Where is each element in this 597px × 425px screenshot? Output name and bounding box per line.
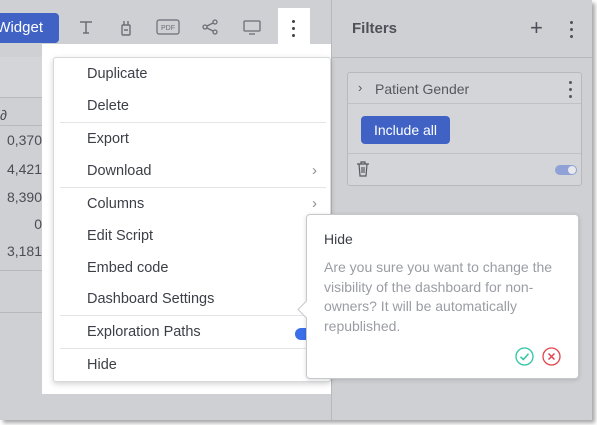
popover-title: Hide	[324, 231, 353, 247]
chevron-right-icon: ›	[312, 162, 317, 179]
widget-icon[interactable]	[115, 17, 137, 39]
menu-item-exploration-paths[interactable]: Exploration Paths	[54, 318, 330, 348]
text-icon[interactable]	[75, 17, 97, 39]
menu-item-label: Columns	[87, 196, 145, 212]
table-cell: 0,370	[6, 132, 42, 148]
menu-item-download[interactable]: Download ›	[54, 157, 330, 187]
share-icon[interactable]	[199, 17, 221, 39]
menu-separator	[60, 315, 326, 316]
pdf-icon[interactable]: PDF	[156, 17, 180, 39]
close-circle-icon[interactable]	[542, 347, 561, 371]
menu-item-label: Dashboard Settings	[87, 291, 215, 307]
filter-enabled-toggle[interactable]	[555, 165, 577, 175]
trash-icon[interactable]	[356, 161, 370, 182]
menu-item-delete[interactable]: Delete	[54, 92, 330, 122]
menu-item-label: Export	[87, 131, 129, 147]
menu-item-label: Duplicate	[87, 66, 148, 82]
menu-item-label: Exploration Paths	[87, 324, 201, 340]
divider	[348, 153, 581, 154]
table-cell: 8,390	[6, 189, 42, 205]
svg-text:PDF: PDF	[161, 25, 175, 32]
chevron-right-icon: ›	[312, 195, 317, 212]
filter-card-header[interactable]: › Patient Gender	[348, 73, 581, 104]
include-all-button[interactable]: Include all	[361, 116, 450, 144]
widget-context-menu: Duplicate Delete Export Download › Column…	[42, 44, 331, 394]
menu-item-label: Embed code	[87, 260, 169, 276]
menu-item-label: Hide	[87, 357, 117, 373]
widget-button[interactable]: Widget	[0, 13, 59, 43]
chevron-right-icon[interactable]: ›	[358, 80, 362, 95]
table-header-fragment: ∂	[0, 107, 7, 123]
popover-message: Are you sure you want to change the visi…	[324, 259, 553, 334]
menu-item-columns[interactable]: Columns ›	[54, 190, 330, 220]
filter-name: Patient Gender	[375, 81, 470, 97]
plus-icon[interactable]: +	[530, 17, 543, 39]
filters-title: Filters	[352, 20, 398, 37]
check-circle-icon[interactable]	[515, 347, 534, 371]
menu-item-export[interactable]: Export	[54, 125, 330, 155]
app-window: Widget PDF ∂ 0,370 4,421 8,390 0 3,181 F…	[0, 0, 592, 420]
hide-confirmation-popover: Hide Are you sure you want to change the…	[306, 214, 579, 379]
divider	[332, 57, 592, 58]
table-cell: 3,181	[6, 243, 42, 259]
menu-separator	[60, 348, 326, 349]
filters-kebab-icon[interactable]	[570, 21, 573, 42]
monitor-icon[interactable]	[241, 17, 263, 39]
menu-separator	[60, 187, 326, 188]
menu-item-edit-script[interactable]: Edit Script	[54, 222, 330, 252]
menu-item-label: Delete	[87, 98, 129, 114]
filter-kebab-icon[interactable]	[569, 81, 572, 102]
filter-card: › Patient Gender Include all	[347, 72, 582, 186]
menu-item-duplicate[interactable]: Duplicate	[54, 60, 330, 90]
table-cell: 0	[34, 216, 42, 232]
table-cell: 4,421	[6, 161, 42, 177]
menu-item-label: Download	[87, 163, 152, 179]
menu-item-hide[interactable]: Hide	[54, 351, 330, 381]
menu-list: Duplicate Delete Export Download › Column…	[53, 57, 331, 382]
menu-item-embed-code[interactable]: Embed code	[54, 254, 330, 284]
menu-separator	[60, 122, 326, 123]
menu-item-dashboard-settings[interactable]: Dashboard Settings	[54, 285, 330, 315]
menu-item-label: Edit Script	[87, 228, 154, 244]
